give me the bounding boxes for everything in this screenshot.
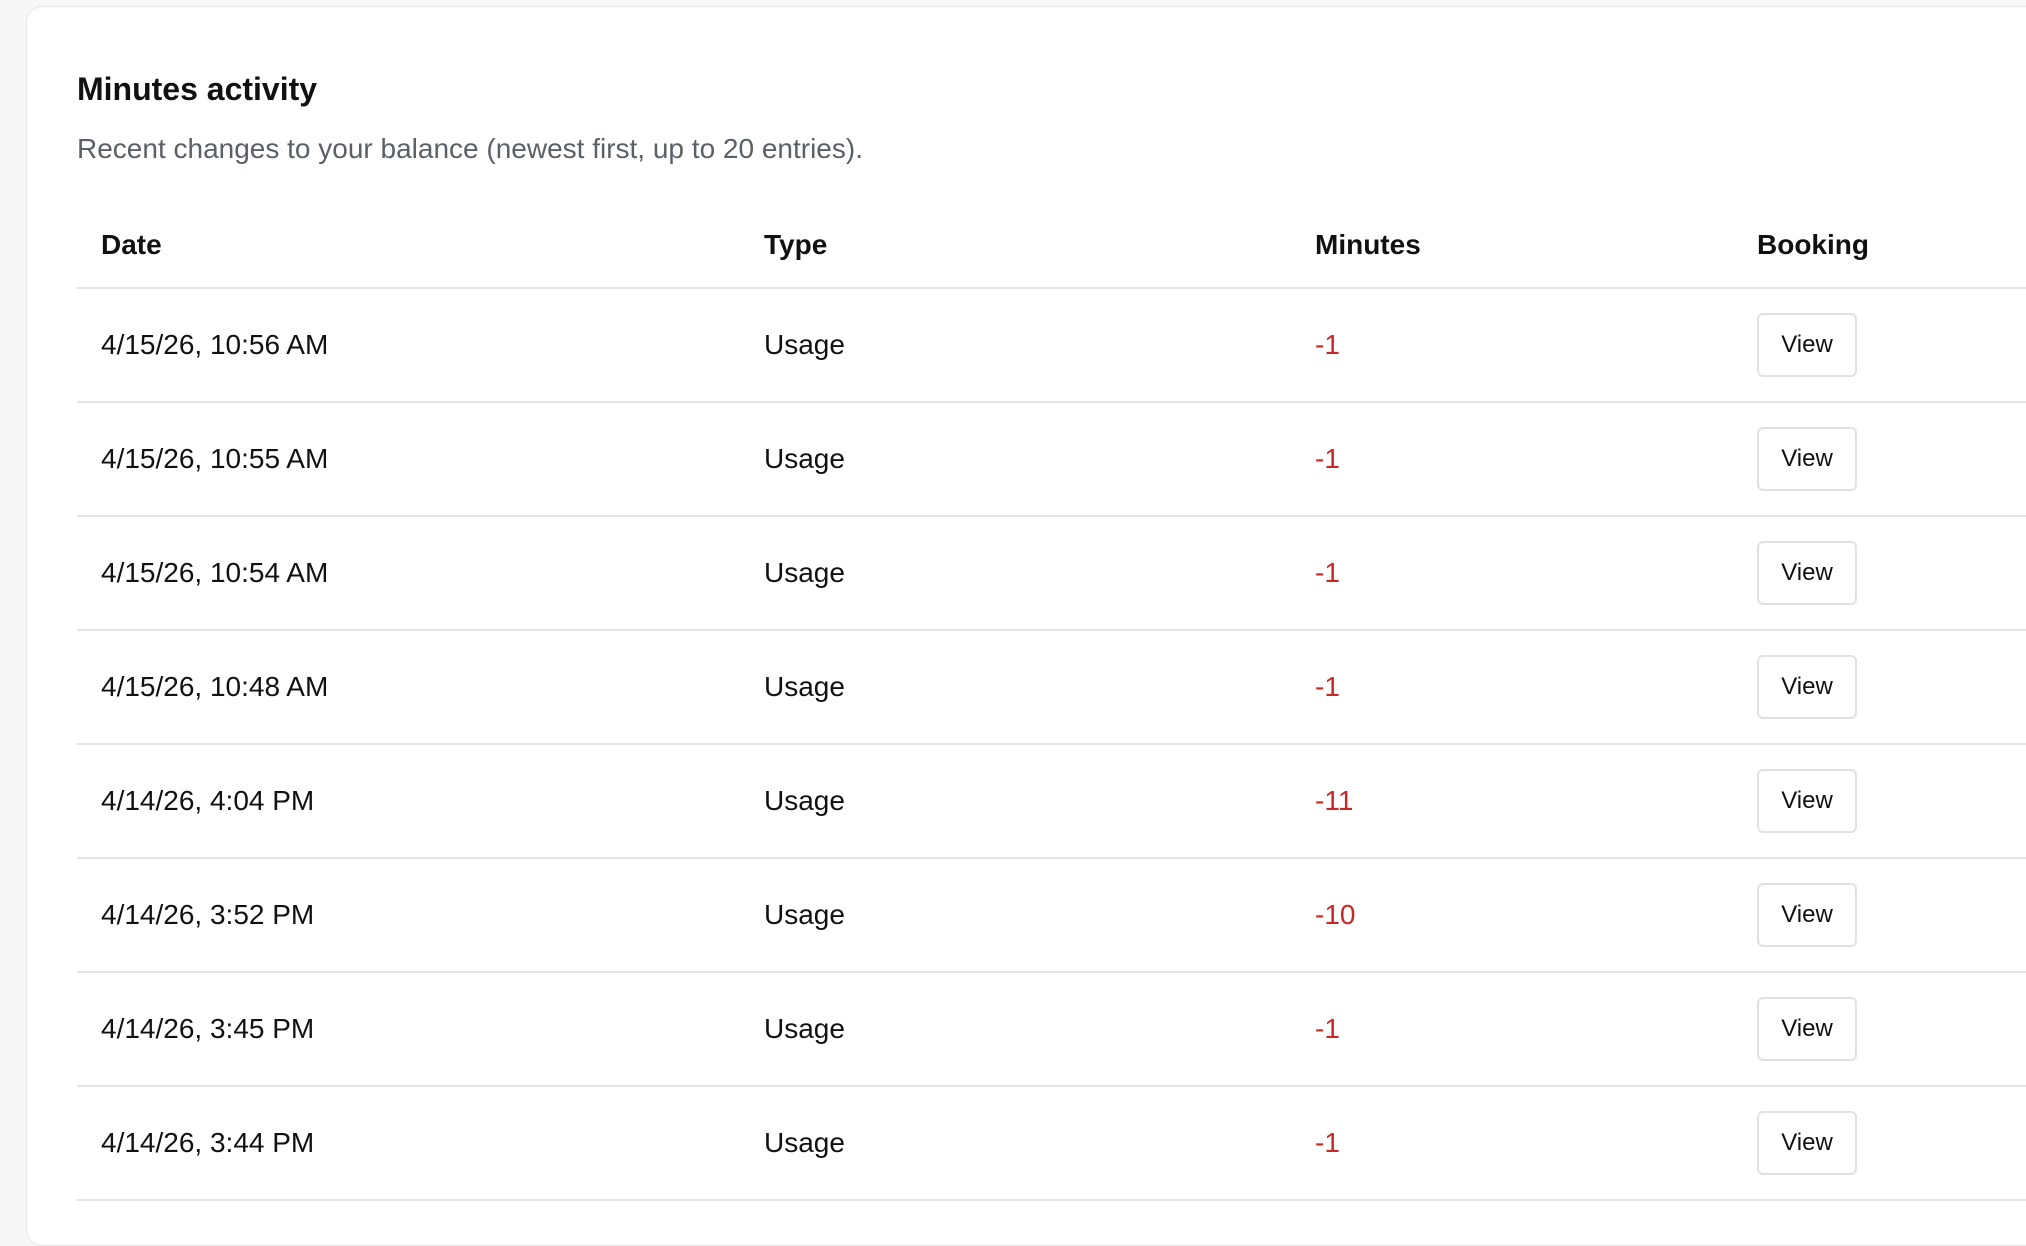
booking-cell: View — [1733, 1086, 2026, 1201]
minutes-cell: -1 — [1291, 516, 1733, 631]
booking-cell: View — [1733, 858, 2026, 973]
booking-cell: View — [1733, 630, 2026, 745]
date-cell: 4/14/26, 3:52 PM — [77, 858, 740, 973]
minutes-cell: -1 — [1291, 1086, 1733, 1201]
column-header-minutes: Minutes — [1291, 203, 1733, 289]
column-header-date: Date — [77, 203, 740, 289]
booking-cell: View — [1733, 516, 2026, 631]
view-booking-button[interactable]: View — [1757, 997, 1857, 1061]
minutes-cell: -1 — [1291, 402, 1733, 517]
booking-cell: View — [1733, 288, 2026, 403]
type-cell: Usage — [740, 858, 1291, 973]
type-cell: Usage — [740, 1086, 1291, 1201]
card-title: Minutes activity — [77, 71, 318, 107]
activity-table: Date Type Minutes Booking 4/15/26, 10:56… — [77, 203, 2026, 1201]
view-booking-button[interactable]: View — [1757, 769, 1857, 833]
date-cell: 4/15/26, 10:48 AM — [77, 630, 740, 745]
minutes-cell: -1 — [1291, 630, 1733, 745]
table-row: 4/15/26, 10:48 AM Usage -1 View — [77, 630, 2026, 745]
view-booking-button[interactable]: View — [1757, 427, 1857, 491]
minutes-cell: -1 — [1291, 288, 1733, 403]
minutes-cell: -10 — [1291, 858, 1733, 973]
view-booking-button[interactable]: View — [1757, 313, 1857, 377]
table-header: Date Type Minutes Booking — [77, 203, 2026, 289]
table-body: 4/15/26, 10:56 AM Usage -1 View 4/15/26,… — [77, 288, 2026, 1201]
column-header-type: Type — [740, 203, 1291, 289]
table-row: 4/14/26, 3:44 PM Usage -1 View — [77, 1086, 2026, 1201]
booking-cell: View — [1733, 972, 2026, 1087]
table-row: 4/14/26, 3:52 PM Usage -10 View — [77, 858, 2026, 973]
minutes-cell: -1 — [1291, 972, 1733, 1087]
view-booking-button[interactable]: View — [1757, 655, 1857, 719]
date-cell: 4/15/26, 10:55 AM — [77, 402, 740, 517]
table-row: 4/14/26, 3:45 PM Usage -1 View — [77, 972, 2026, 1087]
card-subtitle: Recent changes to your balance (newest f… — [77, 133, 863, 164]
minutes-cell: -11 — [1291, 744, 1733, 859]
type-cell: Usage — [740, 630, 1291, 745]
table-row: 4/14/26, 4:04 PM Usage -11 View — [77, 744, 2026, 859]
booking-cell: View — [1733, 402, 2026, 517]
type-cell: Usage — [740, 402, 1291, 517]
table-row: 4/15/26, 10:55 AM Usage -1 View — [77, 402, 2026, 517]
booking-cell: View — [1733, 744, 2026, 859]
table-row: 4/15/26, 10:56 AM Usage -1 View — [77, 288, 2026, 403]
date-cell: 4/14/26, 3:44 PM — [77, 1086, 740, 1201]
column-header-booking: Booking — [1733, 203, 2026, 289]
type-cell: Usage — [740, 744, 1291, 859]
view-booking-button[interactable]: View — [1757, 1111, 1857, 1175]
table-row: 4/15/26, 10:54 AM Usage -1 View — [77, 516, 2026, 631]
view-booking-button[interactable]: View — [1757, 883, 1857, 947]
date-cell: 4/15/26, 10:54 AM — [77, 516, 740, 631]
type-cell: Usage — [740, 288, 1291, 403]
minutes-activity-card: Minutes activity Recent changes to your … — [26, 6, 2026, 1246]
date-cell: 4/14/26, 4:04 PM — [77, 744, 740, 859]
date-cell: 4/15/26, 10:56 AM — [77, 288, 740, 403]
type-cell: Usage — [740, 972, 1291, 1087]
view-booking-button[interactable]: View — [1757, 541, 1857, 605]
table-header-row: Date Type Minutes Booking — [77, 203, 2026, 289]
type-cell: Usage — [740, 516, 1291, 631]
date-cell: 4/14/26, 3:45 PM — [77, 972, 740, 1087]
